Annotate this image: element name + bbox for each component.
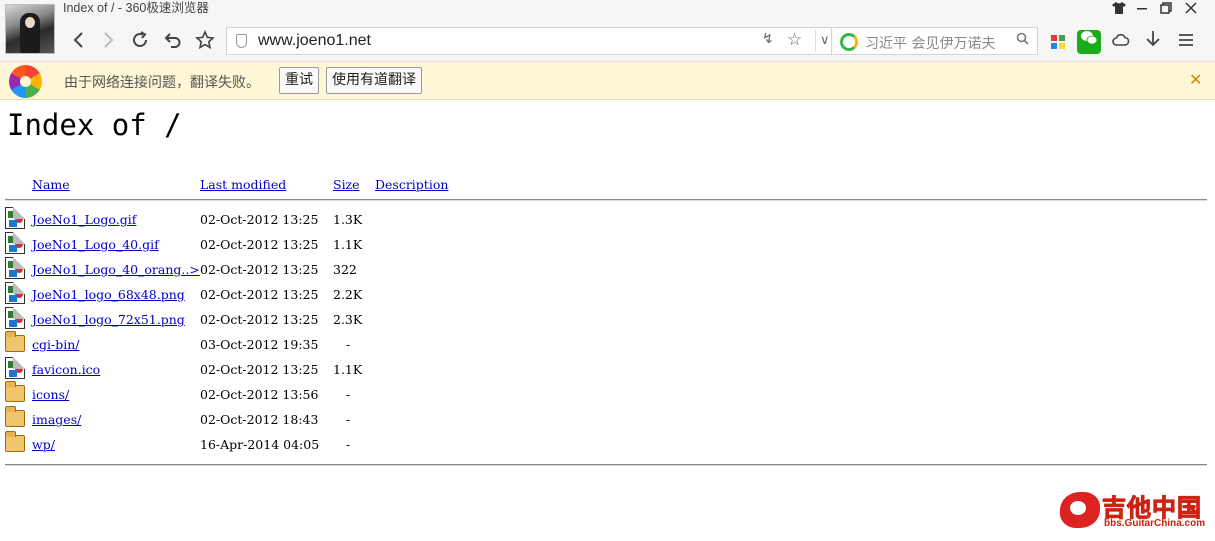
table-row: JoeNo1_logo_68x48.png 02-Oct-2012 13:25 2.… (0, 282, 900, 307)
undo-icon[interactable] (161, 30, 185, 54)
youdao-translate-button[interactable]: 使用有道翻译 (326, 67, 422, 94)
forward-icon[interactable] (96, 30, 120, 54)
folder-icon[interactable] (5, 381, 25, 402)
file-link[interactable]: images/ (32, 412, 81, 427)
apps-icon[interactable] (1046, 30, 1070, 54)
image-file-icon[interactable] (5, 232, 25, 254)
size-cell: - (346, 412, 351, 427)
divider (5, 464, 1207, 466)
folder-icon[interactable] (5, 431, 25, 452)
table-row: favicon.ico 02-Oct-2012 13:25 1.1K (0, 357, 900, 382)
size-cell: - (346, 337, 351, 352)
divider (5, 199, 1207, 201)
last-modified-cell: 02-Oct-2012 18:43 (200, 412, 319, 427)
user-avatar[interactable] (5, 4, 55, 54)
search-icon[interactable] (1016, 32, 1029, 49)
address-text[interactable]: www.joeno1.net (258, 32, 371, 50)
search-input[interactable]: 习近平 会见伊万诺夫 (833, 27, 1038, 55)
reload-icon[interactable] (128, 30, 152, 54)
last-modified-cell: 02-Oct-2012 13:25 (200, 237, 319, 252)
page-content: Index of / Name Last modified Size Descr… (0, 100, 1215, 541)
size-cell: 2.2K (333, 287, 363, 302)
file-link[interactable]: JoeNo1_Logo.gif (32, 212, 136, 227)
image-file-icon[interactable] (5, 357, 25, 379)
dropdown-icon[interactable]: ∨ (815, 30, 830, 52)
close-icon[interactable] (1180, 2, 1202, 20)
last-modified-cell: 16-Apr-2014 04:05 (200, 437, 320, 452)
table-row: cgi-bin/03-Oct-2012 19:35 - (0, 331, 900, 357)
watermark-logo: 吉他中国 bbs.GuitarChina.com (1060, 488, 1210, 536)
size-cell: 1.1K (333, 237, 363, 252)
file-link[interactable]: JoeNo1_Logo_40.gif (32, 237, 159, 252)
table-row: JoeNo1_Logo.gif 02-Oct-2012 13:25 1.3K (0, 207, 900, 232)
search-engine-icon[interactable] (840, 33, 858, 51)
lightning-icon[interactable]: ↯ (762, 31, 774, 47)
size-cell: 322 (333, 262, 357, 277)
translate-message: 由于网络连接问题，翻译失败。 (64, 75, 260, 91)
image-file-icon[interactable] (5, 307, 25, 329)
folder-icon[interactable] (5, 406, 25, 427)
folder-icon[interactable] (5, 331, 25, 352)
table-row: JoeNo1_Logo_40_orang..> 02-Oct-2012 13:25… (0, 257, 900, 282)
translate-logo-icon (9, 65, 42, 98)
wechat-icon[interactable] (1077, 30, 1101, 54)
size-cell: - (346, 387, 351, 402)
last-modified-cell: 02-Oct-2012 13:56 (200, 387, 319, 402)
table-row: wp/16-Apr-2014 04:05 - (0, 431, 900, 457)
restore-icon[interactable] (1155, 2, 1177, 20)
shield-icon[interactable] (236, 34, 247, 48)
column-header-size[interactable]: Size (333, 177, 360, 192)
menu-icon[interactable] (1174, 30, 1198, 54)
search-placeholder[interactable]: 习近平 会见伊万诺夫 (865, 33, 995, 53)
file-link[interactable]: JoeNo1_logo_68x48.png (32, 287, 185, 302)
table-row: JoeNo1_logo_72x51.png 02-Oct-2012 13:25 2.… (0, 307, 900, 332)
table-row: JoeNo1_Logo_40.gif 02-Oct-2012 13:25 1.1K (0, 232, 900, 257)
minimize-icon[interactable] (1131, 2, 1153, 20)
size-cell: 1.1K (333, 362, 363, 377)
watermark-url: bbs.GuitarChina.com (1104, 518, 1206, 529)
last-modified-cell: 02-Oct-2012 13:25 (200, 287, 319, 302)
cloud-icon[interactable] (1109, 30, 1133, 54)
column-header-description[interactable]: Description (375, 177, 448, 192)
page-title: Index of / (7, 108, 182, 142)
address-bar[interactable]: www.joeno1.net ↯ ☆ ∨ (226, 27, 832, 55)
file-link[interactable]: icons/ (32, 387, 69, 402)
download-icon[interactable] (1141, 30, 1165, 54)
table-row: images/02-Oct-2012 18:43 - (0, 406, 900, 432)
favorite-star-icon[interactable]: ☆ (787, 30, 802, 50)
guitar-logo-icon (1060, 492, 1100, 528)
column-header-name[interactable]: Name (32, 177, 70, 192)
file-link[interactable]: JoeNo1_Logo_40_orang..> (32, 262, 200, 277)
size-cell: - (346, 437, 351, 452)
size-cell: 1.3K (333, 212, 363, 227)
retry-button[interactable]: 重试 (279, 67, 319, 94)
last-modified-cell: 02-Oct-2012 13:25 (200, 212, 319, 227)
translate-bar-close-icon[interactable]: ✕ (1189, 70, 1202, 89)
file-link[interactable]: wp/ (32, 437, 55, 452)
file-link[interactable]: JoeNo1_logo_72x51.png (32, 312, 185, 327)
last-modified-cell: 02-Oct-2012 13:25 (200, 312, 319, 327)
window-title: Index of / - 360极速浏览器 (63, 1, 209, 15)
translate-bar: 由于网络连接问题，翻译失败。 重试 使用有道翻译 ✕ (0, 62, 1215, 100)
browser-toolbar: Index of / - 360极速浏览器 www.joeno1.net ↯ ☆… (0, 0, 1215, 62)
table-row: icons/02-Oct-2012 13:56 - (0, 381, 900, 407)
image-file-icon[interactable] (5, 282, 25, 304)
last-modified-cell: 02-Oct-2012 13:25 (200, 262, 319, 277)
last-modified-cell: 02-Oct-2012 13:25 (200, 362, 319, 377)
column-header-last-modified[interactable]: Last modified (200, 177, 286, 192)
back-icon[interactable] (67, 30, 91, 54)
file-link[interactable]: favicon.ico (32, 362, 100, 377)
size-cell: 2.3K (333, 312, 363, 327)
last-modified-cell: 03-Oct-2012 19:35 (200, 337, 319, 352)
image-file-icon[interactable] (5, 207, 25, 229)
bookmark-star-icon[interactable] (193, 30, 217, 54)
image-file-icon[interactable] (5, 257, 25, 279)
file-link[interactable]: cgi-bin/ (32, 337, 80, 352)
shirt-icon[interactable] (1108, 2, 1130, 20)
